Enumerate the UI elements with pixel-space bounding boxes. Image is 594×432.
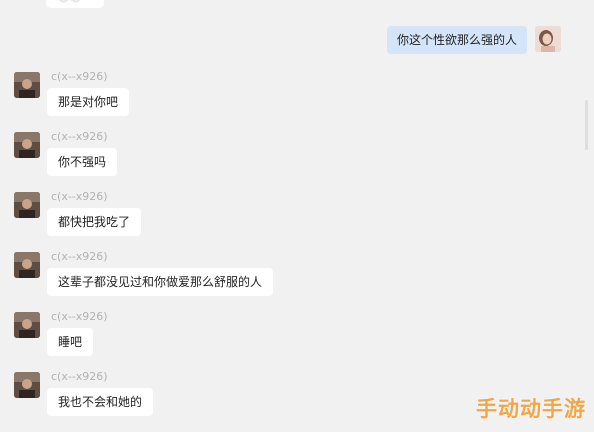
message-row: c(x--x926) 那是对你吧 xyxy=(0,70,594,132)
contact-avatar-image xyxy=(14,372,40,398)
sender-name: c(x--x926) xyxy=(51,130,108,143)
message-bubble[interactable]: 睡吧 xyxy=(47,328,94,356)
message-bubble[interactable]: 这辈子都没见过和你做爱那么舒服的人 xyxy=(47,268,274,296)
message-bubble[interactable]: 都快把我吃了 xyxy=(47,208,142,236)
message-bubble[interactable]: 我也不会和她的 xyxy=(47,388,154,416)
self-avatar[interactable] xyxy=(535,26,561,52)
sender-name: c(x--x926) xyxy=(51,190,108,203)
contact-avatar[interactable] xyxy=(14,72,40,98)
sender-name: c(x--x926) xyxy=(51,310,108,323)
chat-window: 嗯嗯 你这个性欲那么强的人 c(x--x926) 那是对你吧 xyxy=(0,0,594,427)
self-message-bubble[interactable]: 你这个性欲那么强的人 xyxy=(386,26,527,54)
sender-name: c(x--x926) xyxy=(51,250,108,263)
site-watermark: 手动动手游 xyxy=(476,397,586,421)
sender-name: c(x--x926) xyxy=(51,70,108,83)
message-row: c(x--x926) 睡吧 xyxy=(0,310,594,372)
message-bubble[interactable]: 你不强吗 xyxy=(47,148,118,176)
message-bubble[interactable]: 那是对你吧 xyxy=(47,88,130,116)
partial-message-text: 嗯嗯 xyxy=(56,0,80,5)
scrollbar-thumb[interactable] xyxy=(585,100,588,150)
message-row: c(x--x926) 都快把我吃了 xyxy=(0,190,594,252)
message-row: c(x--x926) 这辈子都没见过和你做爱那么舒服的人 xyxy=(0,250,594,312)
contact-avatar[interactable] xyxy=(14,372,40,398)
message-row: c(x--x926) 你不强吗 xyxy=(0,130,594,192)
contact-avatar-image xyxy=(14,72,40,98)
contact-avatar[interactable] xyxy=(14,252,40,278)
self-avatar-image xyxy=(535,26,561,52)
partial-message-bubble: 嗯嗯 xyxy=(46,0,104,8)
contact-avatar-image xyxy=(14,312,40,338)
contact-avatar-image xyxy=(14,132,40,158)
contact-avatar[interactable] xyxy=(14,132,40,158)
contact-avatar[interactable] xyxy=(14,192,40,218)
self-message-row: 你这个性欲那么强的人 xyxy=(0,26,594,56)
contact-avatar-image xyxy=(14,252,40,278)
sender-name: c(x--x926) xyxy=(51,370,108,383)
contact-avatar[interactable] xyxy=(14,312,40,338)
contact-avatar-image xyxy=(14,192,40,218)
